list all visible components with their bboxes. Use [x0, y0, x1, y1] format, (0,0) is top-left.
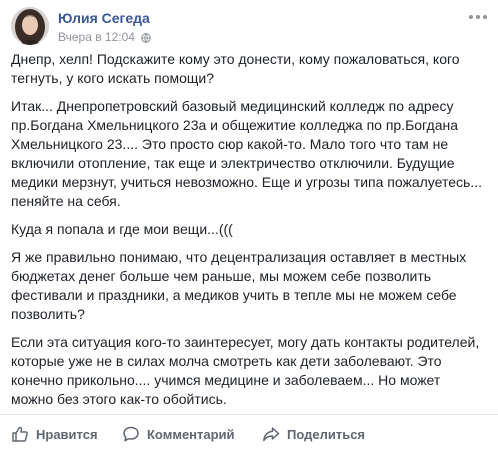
share-button[interactable]: Поделиться: [262, 424, 365, 444]
author-name[interactable]: Юлия Сегеда: [58, 10, 150, 26]
comment-label: Комментарий: [147, 426, 235, 442]
like-label: Нравится: [36, 426, 98, 442]
comment-button[interactable]: Комментарий: [122, 424, 235, 444]
post-meta: Вчера в 12:04: [58, 30, 151, 44]
like-button[interactable]: Нравится: [11, 424, 98, 444]
post-paragraph: Я же правильно понимаю, что децентрализа…: [11, 249, 467, 322]
post-timestamp[interactable]: Вчера в 12:04: [58, 30, 135, 44]
globe-icon: [141, 32, 151, 43]
avatar[interactable]: [11, 7, 49, 45]
speech-bubble-icon: [123, 426, 139, 442]
share-label: Поделиться: [287, 426, 366, 442]
more-options-icon[interactable]: [468, 9, 488, 25]
post-body: Днепр, хелп! Подскажите кому это донести…: [11, 50, 489, 418]
post-paragraph: Итак... Днепропетровский базовый медицин…: [11, 98, 482, 209]
post-header: Юлия Сегеда Вчера в 12:04: [11, 7, 488, 47]
post-paragraph: Днепр, хелп! Подскажите кому это донести…: [11, 51, 460, 86]
post-paragraph: Куда я попала и где мои вещи...(((: [11, 221, 233, 237]
thumbs-up-icon: [12, 426, 28, 442]
facebook-post: Юлия Сегеда Вчера в 12:04 Днепр, хелп! П…: [0, 0, 498, 452]
post-actions-bar: Нравится Комментарий Поделиться: [0, 414, 498, 452]
post-paragraph: Если эта ситуация кого-то заинтересует, …: [11, 334, 480, 407]
share-arrow-icon: [263, 427, 280, 442]
